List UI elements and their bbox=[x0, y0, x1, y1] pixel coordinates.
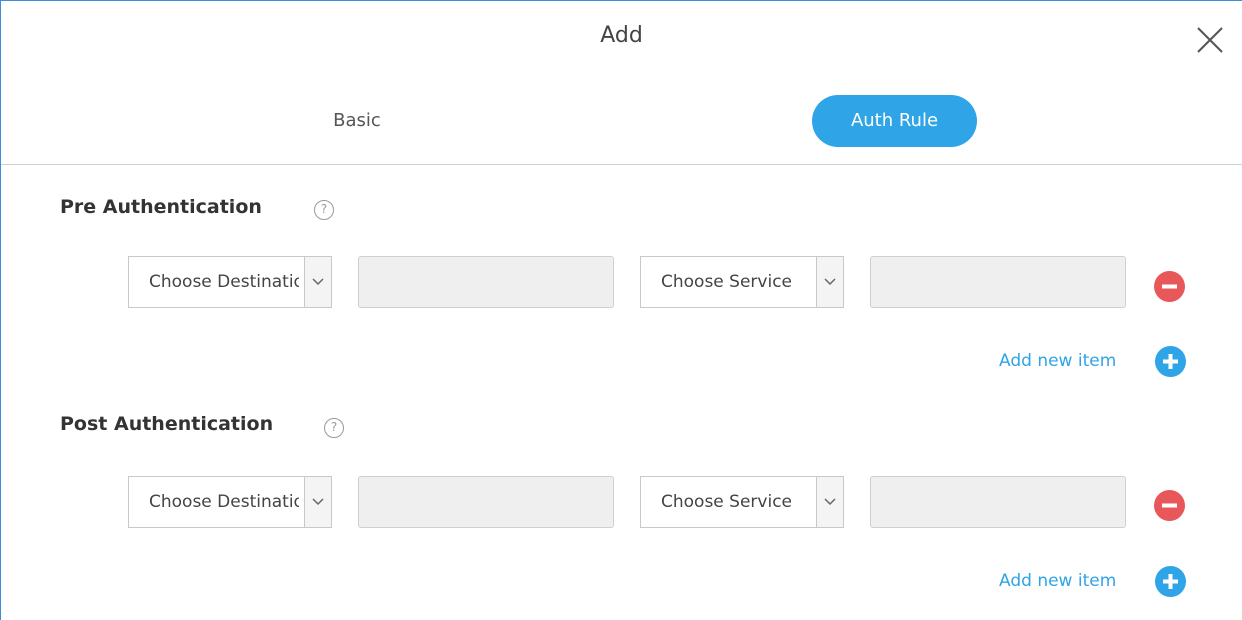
post-service-input[interactable] bbox=[870, 476, 1126, 528]
chevron-down-icon bbox=[304, 257, 331, 307]
question-circle-icon[interactable]: ? bbox=[314, 200, 334, 220]
remove-item-icon[interactable] bbox=[1154, 490, 1185, 521]
add-dialog: Add Basic Auth Rule Pre Authentication ?… bbox=[0, 0, 1242, 620]
pre-destination-select-value: Choose Destination bbox=[149, 272, 299, 292]
pre-service-select-value: Choose Service bbox=[661, 272, 792, 292]
post-add-new-item-link[interactable]: Add new item bbox=[999, 571, 1116, 591]
post-destination-input[interactable] bbox=[358, 476, 614, 528]
close-icon[interactable] bbox=[1195, 25, 1225, 55]
chevron-down-icon bbox=[816, 477, 843, 527]
remove-item-icon[interactable] bbox=[1154, 271, 1185, 302]
post-authentication-title: Post Authentication bbox=[60, 413, 274, 435]
pre-authentication-title: Pre Authentication bbox=[60, 196, 262, 218]
add-item-icon[interactable] bbox=[1155, 346, 1186, 377]
post-service-select-value: Choose Service bbox=[661, 492, 792, 512]
post-service-select[interactable]: Choose Service bbox=[640, 476, 844, 528]
tab-bar: Basic Auth Rule bbox=[1, 95, 1242, 147]
pre-service-select[interactable]: Choose Service bbox=[640, 256, 844, 308]
pre-add-new-item-link[interactable]: Add new item bbox=[999, 351, 1116, 371]
pre-destination-select[interactable]: Choose Destination bbox=[128, 256, 332, 308]
chevron-down-icon bbox=[816, 257, 843, 307]
pre-destination-input[interactable] bbox=[358, 256, 614, 308]
pre-service-input[interactable] bbox=[870, 256, 1126, 308]
post-destination-select-value: Choose Destination bbox=[149, 492, 299, 512]
question-circle-icon[interactable]: ? bbox=[324, 418, 344, 438]
tab-auth-rule[interactable]: Auth Rule bbox=[812, 95, 977, 147]
post-destination-select[interactable]: Choose Destination bbox=[128, 476, 332, 528]
tab-divider bbox=[1, 164, 1242, 165]
dialog-title: Add bbox=[600, 23, 643, 48]
chevron-down-icon bbox=[304, 477, 331, 527]
tab-basic[interactable]: Basic bbox=[301, 95, 413, 147]
add-item-icon[interactable] bbox=[1155, 566, 1186, 597]
